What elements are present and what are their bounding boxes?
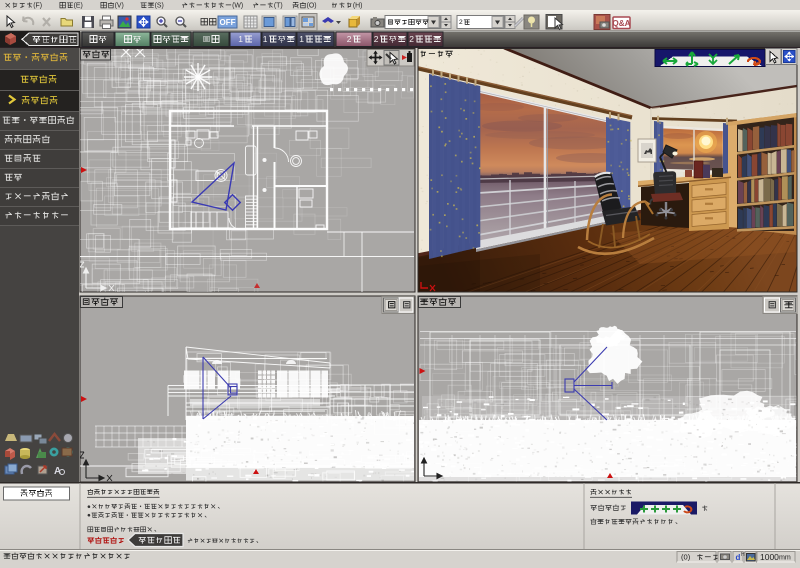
svg-text:2: 2	[409, 34, 414, 44]
svg-text:(W): (W)	[232, 3, 243, 10]
svg-text:(S): (S)	[155, 3, 164, 10]
svg-text:H: H	[741, 552, 745, 558]
svg-text:2: 2	[374, 34, 379, 44]
svg-text:2: 2	[459, 19, 463, 26]
svg-text:(F): (F)	[33, 3, 42, 10]
svg-text:2: 2	[347, 34, 352, 44]
svg-text:(0): (0)	[681, 553, 691, 562]
svg-text:OFF: OFF	[220, 18, 236, 27]
svg-text:●: ●	[87, 503, 91, 510]
svg-text:(H): (H)	[353, 3, 363, 10]
svg-text:(O): (O)	[307, 3, 317, 10]
svg-text:●: ●	[87, 512, 91, 519]
svg-text:d: d	[736, 553, 741, 562]
svg-text:(E): (E)	[74, 3, 83, 10]
svg-text:1: 1	[263, 34, 268, 44]
svg-text:A: A	[54, 466, 61, 477]
svg-text:(T): (T)	[274, 3, 283, 10]
svg-text:1: 1	[299, 34, 304, 44]
svg-text:1000: 1000	[760, 552, 779, 562]
svg-text:1: 1	[238, 34, 243, 44]
svg-text:mm: mm	[779, 554, 791, 562]
svg-text:Q&A: Q&A	[612, 19, 630, 28]
svg-text:(V): (V)	[115, 3, 124, 10]
